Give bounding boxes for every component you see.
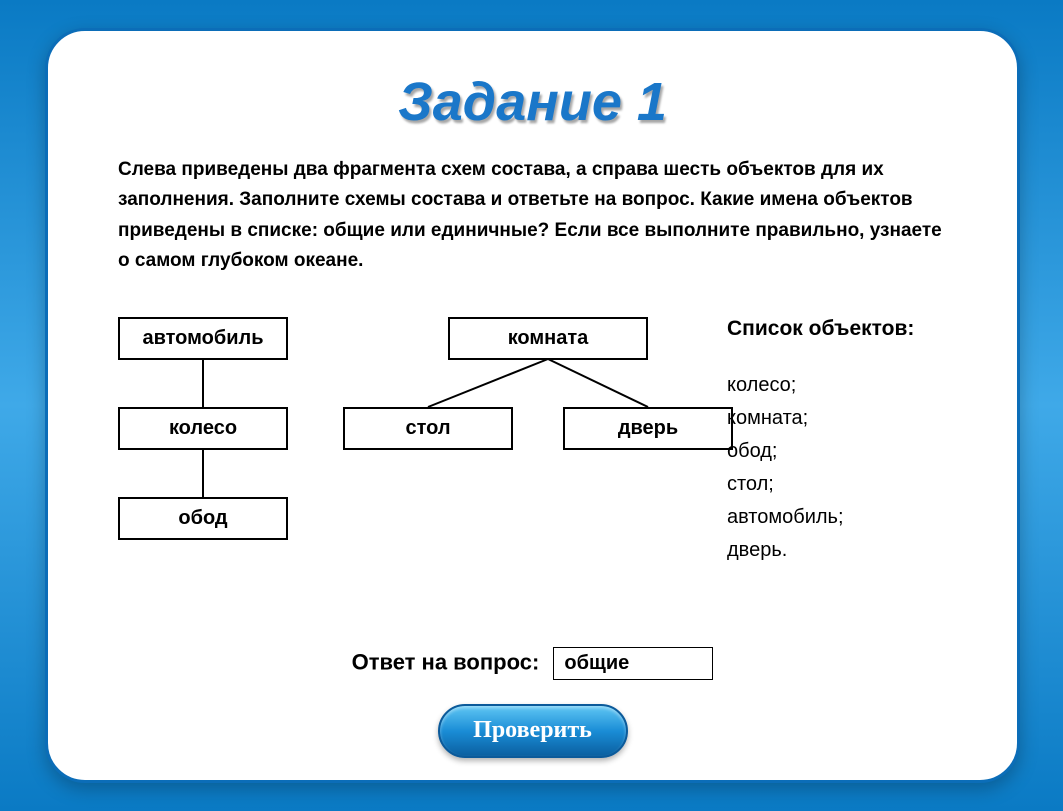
connector — [202, 359, 204, 407]
node-room[interactable]: комната — [448, 317, 648, 360]
node-rim[interactable]: обод — [118, 497, 288, 540]
node-wheel[interactable]: колесо — [118, 407, 288, 450]
list-item[interactable]: обод; — [727, 435, 957, 468]
objects-sidebar: Список объектов: колесо; комната; обод; … — [727, 317, 957, 567]
sidebar-list: колесо; комната; обод; стол; автомобиль;… — [727, 369, 957, 567]
instructions-text: Слева приведены два фрагмента схем соста… — [118, 155, 947, 277]
list-item[interactable]: автомобиль; — [727, 501, 957, 534]
diagram-area: автомобиль колесо обод комната стол двер… — [98, 317, 967, 657]
list-item[interactable]: комната; — [727, 402, 957, 435]
node-door[interactable]: дверь — [563, 407, 733, 450]
node-table[interactable]: стол — [343, 407, 513, 450]
sidebar-title: Список объектов: — [727, 317, 957, 341]
check-button[interactable]: Проверить — [438, 704, 628, 758]
list-item[interactable]: колесо; — [727, 369, 957, 402]
connector — [202, 449, 204, 497]
list-item[interactable]: дверь. — [727, 534, 957, 567]
main-panel: Задание 1 Слева приведены два фрагмента … — [45, 28, 1020, 783]
page-title: Задание 1 — [98, 71, 967, 133]
node-automobile[interactable]: автомобиль — [118, 317, 288, 360]
list-item[interactable]: стол; — [727, 468, 957, 501]
